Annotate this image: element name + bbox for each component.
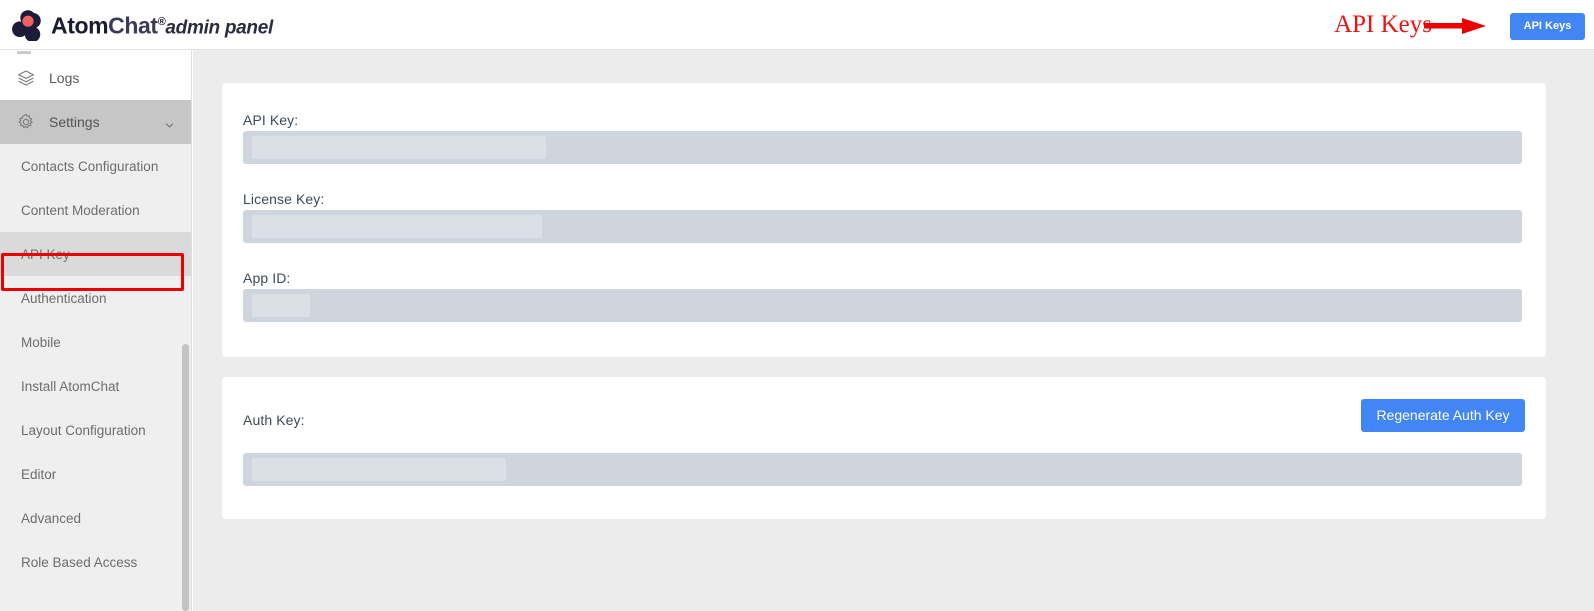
sidebar-subitem-label: API Key xyxy=(21,246,70,262)
api-key-label: API Key: xyxy=(243,112,299,128)
sidebar-subitem-label: Layout Configuration xyxy=(21,422,146,438)
right-arrow-annotation-icon xyxy=(1424,17,1486,35)
sidebar-item-role-based-access[interactable]: Role Based Access xyxy=(0,540,191,584)
sidebar-item-logs[interactable]: Logs xyxy=(0,56,191,100)
sidebar-item-settings[interactable]: Settings xyxy=(0,100,191,144)
brand-chat-text: Chat xyxy=(108,12,158,39)
sidebar-item-editor[interactable]: Editor xyxy=(0,452,191,496)
chevron-down-icon xyxy=(165,117,174,128)
sidebar-item-mobile[interactable]: Mobile xyxy=(0,320,191,364)
sidebar-subitem-label: Mobile xyxy=(21,334,61,350)
sidebar-subitem-label: Content Moderation xyxy=(21,202,140,218)
auth-key-field[interactable] xyxy=(243,453,1522,486)
sidebar-subitem-label: Install AtomChat xyxy=(21,378,120,394)
sidebar: Logs Settings Contacts Configuration Con… xyxy=(0,50,192,611)
sidebar-item-layout-configuration[interactable]: Layout Configuration xyxy=(0,408,191,452)
main-content: API Key: License Key: App ID: Auth Key: … xyxy=(193,50,1594,611)
api-keys-card: API Key: License Key: App ID: xyxy=(222,83,1546,357)
app-id-field[interactable] xyxy=(243,289,1522,322)
sidebar-item-api-key[interactable]: API Key xyxy=(0,232,191,276)
auth-key-card: Auth Key: Regenerate Auth Key xyxy=(222,377,1546,519)
sidebar-item-install-atomchat[interactable]: Install AtomChat xyxy=(0,364,191,408)
auth-key-redacted-value xyxy=(252,458,506,481)
sidebar-item-advanced[interactable]: Advanced xyxy=(0,496,191,540)
regenerate-auth-key-button[interactable]: Regenerate Auth Key xyxy=(1361,399,1525,432)
sidebar-scrollbar-thumb[interactable] xyxy=(182,344,189,611)
brand-logo: AtomChat®admin panel xyxy=(11,6,273,45)
license-key-label: License Key: xyxy=(243,191,325,207)
atomchat-trefoil-logo-icon xyxy=(11,9,45,43)
license-key-field[interactable] xyxy=(243,210,1522,243)
sidebar-item-logs-label: Logs xyxy=(49,70,80,86)
brand-wordmark: AtomChat®admin panel xyxy=(51,6,273,45)
sidebar-item-authentication[interactable]: Authentication xyxy=(0,276,191,320)
sidebar-subitem-label: Authentication xyxy=(21,290,107,306)
partial-icon xyxy=(17,51,31,54)
sidebar-item-contacts-configuration[interactable]: Contacts Configuration xyxy=(0,144,191,188)
gear-icon xyxy=(17,113,35,131)
brand-admin-panel-text: admin panel xyxy=(165,17,273,39)
app-id-redacted-value xyxy=(252,294,310,317)
layers-icon xyxy=(17,69,35,87)
sidebar-subitem-label: Contacts Configuration xyxy=(21,158,159,174)
sidebar-item-content-moderation[interactable]: Content Moderation xyxy=(0,188,191,232)
sidebar-nav-list: Logs Settings Contacts Configuration Con… xyxy=(0,50,191,584)
app-header: AtomChat®admin panel API Keys API Keys xyxy=(0,0,1594,50)
license-key-redacted-value xyxy=(252,215,542,238)
sidebar-subitem-label: Advanced xyxy=(21,510,82,526)
api-key-redacted-value xyxy=(252,136,546,159)
api-key-field[interactable] xyxy=(243,131,1522,164)
app-id-label: App ID: xyxy=(243,270,291,286)
sidebar-item-settings-label: Settings xyxy=(49,114,100,130)
sidebar-subitem-label: Role Based Access xyxy=(21,554,138,570)
sidebar-subitem-label: Editor xyxy=(21,466,57,482)
brand-atom-text: Atom xyxy=(51,12,109,39)
api-keys-button[interactable]: API Keys xyxy=(1510,13,1585,40)
annotation-label: API Keys xyxy=(1334,11,1432,38)
auth-key-label: Auth Key: xyxy=(243,412,305,428)
